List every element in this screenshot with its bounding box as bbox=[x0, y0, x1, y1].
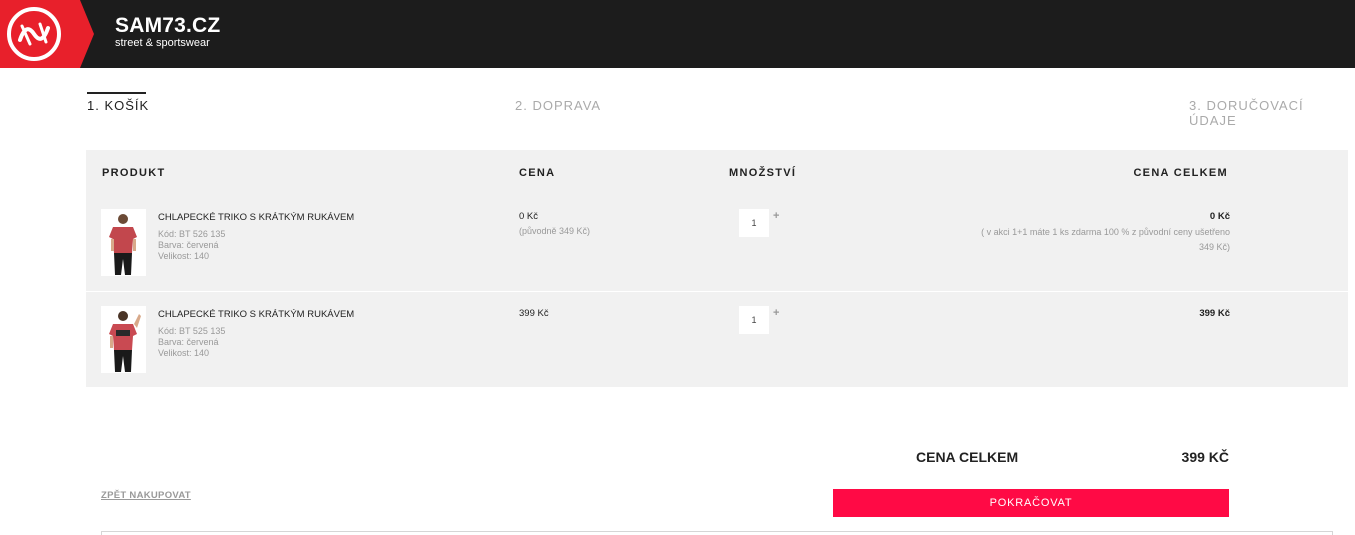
cart-table: PRODUKT CENA MNOŽSTVÍ CENA CELKEM CHLAPE… bbox=[86, 150, 1348, 387]
cart-row: CHLAPECKÉ TRIKO S KRÁTKÝM RUKÁVEM Kód: B… bbox=[86, 195, 1348, 291]
unit-price: 399 Kč bbox=[519, 308, 549, 319]
order-total-label: CENA CELKEM bbox=[916, 449, 1019, 465]
bottom-panel bbox=[101, 531, 1333, 535]
quantity-input[interactable]: 1 bbox=[739, 209, 769, 237]
back-to-shopping-link[interactable]: ZPĚT NAKUPOVAT bbox=[101, 490, 191, 501]
active-step-indicator bbox=[87, 92, 146, 94]
row-total: 399 Kč bbox=[1199, 308, 1230, 319]
product-color: Barva: červená bbox=[158, 240, 219, 250]
brand-subtitle: street & sportswear bbox=[115, 37, 210, 49]
quantity-plus-button[interactable]: + bbox=[773, 210, 779, 222]
product-image[interactable] bbox=[101, 209, 146, 276]
step-shipping[interactable]: 2. DOPRAVA bbox=[515, 98, 601, 113]
unit-price: 0 Kč bbox=[519, 211, 539, 222]
step-delivery-details[interactable]: 3. DORUČOVACÍ ÚDAJE bbox=[1189, 98, 1355, 128]
sam-logo-icon[interactable] bbox=[0, 0, 94, 68]
quantity-plus-button[interactable]: + bbox=[773, 307, 779, 319]
cart-row: CHLAPECKÉ TRIKO S KRÁTKÝM RUKÁVEM Kód: B… bbox=[86, 291, 1348, 387]
row-total: 0 Kč bbox=[1209, 211, 1230, 222]
site-header: SAM73.CZ street & sportswear bbox=[0, 0, 1355, 68]
promo-note: ( v akci 1+1 máte 1 ks zdarma 100 % z pů… bbox=[981, 227, 1230, 252]
column-header-price: CENA bbox=[519, 167, 556, 179]
continue-button[interactable]: POKRAČOVAT bbox=[833, 489, 1229, 517]
column-header-product: PRODUKT bbox=[102, 167, 166, 179]
quantity-input[interactable]: 1 bbox=[739, 306, 769, 334]
order-total-value: 399 KČ bbox=[1181, 449, 1229, 465]
product-code: Kód: BT 525 135 bbox=[158, 326, 226, 336]
brand-title[interactable]: SAM73.CZ bbox=[115, 14, 220, 38]
product-name[interactable]: CHLAPECKÉ TRIKO S KRÁTKÝM RUKÁVEM bbox=[158, 212, 354, 223]
product-size: Velikost: 140 bbox=[158, 251, 210, 261]
column-header-quantity: MNOŽSTVÍ bbox=[729, 167, 797, 179]
product-size: Velikost: 140 bbox=[158, 348, 210, 358]
product-color: Barva: červená bbox=[158, 337, 219, 347]
step-cart[interactable]: 1. KOŠÍK bbox=[87, 98, 149, 113]
column-header-total: CENA CELKEM bbox=[1133, 167, 1228, 179]
original-price: (původně 349 Kč) bbox=[519, 226, 591, 236]
product-name[interactable]: CHLAPECKÉ TRIKO S KRÁTKÝM RUKÁVEM bbox=[158, 309, 354, 320]
product-image[interactable] bbox=[101, 306, 146, 373]
product-code: Kód: BT 526 135 bbox=[158, 229, 226, 239]
